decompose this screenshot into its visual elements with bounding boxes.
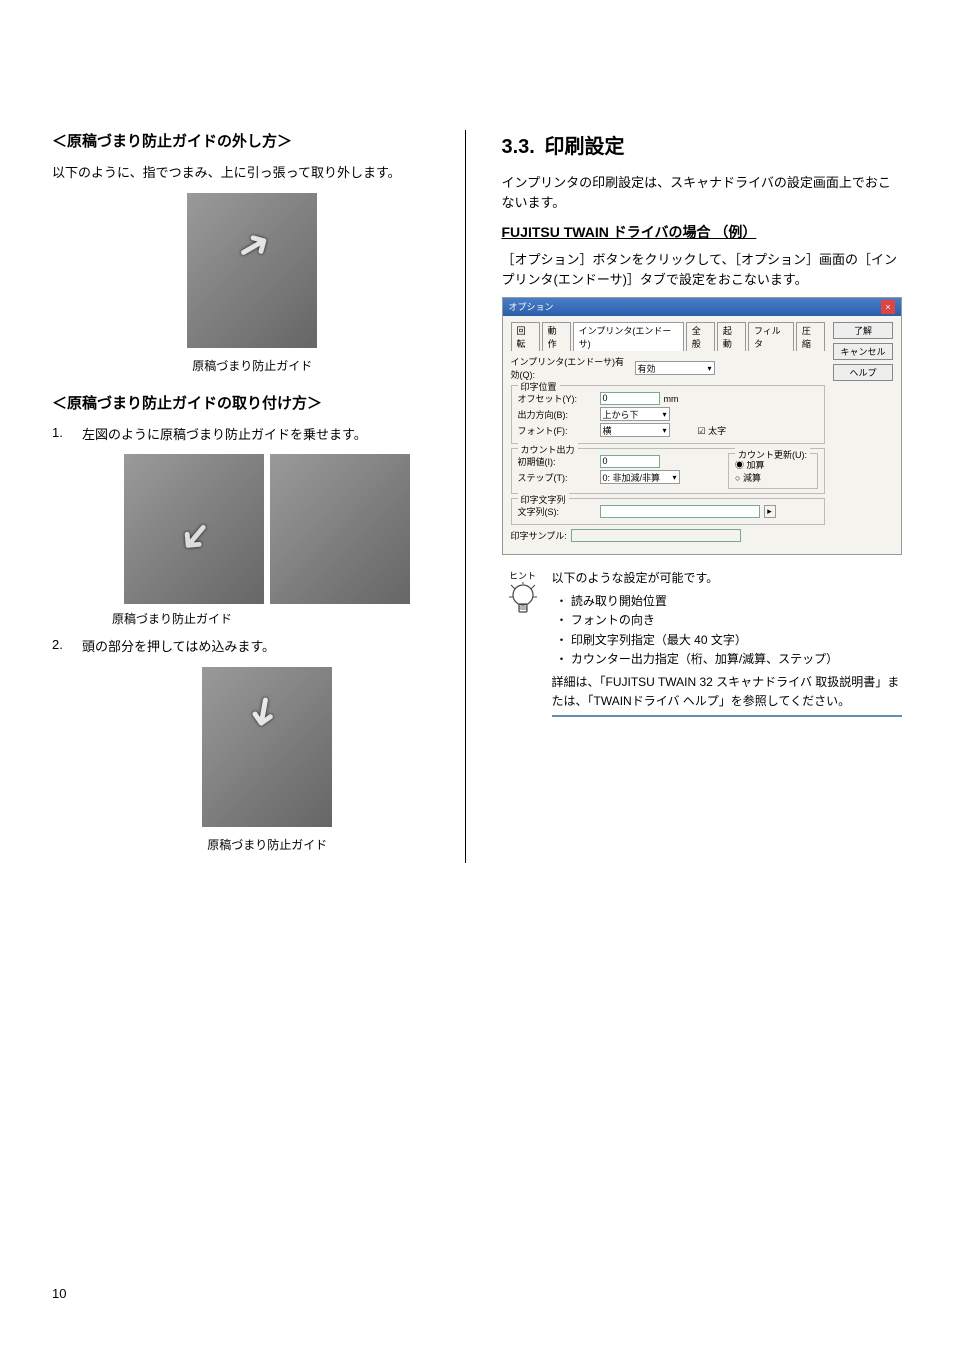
close-icon[interactable]: × [881,300,895,314]
update-legend: カウント更新(U): [735,448,810,461]
font-label: フォント(F): [518,424,596,437]
right-intro: インプリンタの印刷設定は、スキャナドライバの設定画面上でおこないます。 [502,173,903,212]
step-2: 2. 頭の部分を押してはめ込みます。 [52,637,453,657]
fieldset-update: カウント更新(U): 加算 減算 [728,453,818,489]
hint-item: 印刷文字列指定（最大 40 文字） [556,631,903,650]
string-input[interactable] [600,505,760,518]
help-button[interactable]: ヘルプ [833,364,893,381]
tab-rotate[interactable]: 回転 [511,322,540,351]
dialog-title-text: オプション [509,300,554,314]
tab-imprinter[interactable]: インプリンタ(エンドーサ) [573,322,684,351]
figure-step-1-caption: 原稿づまり防止ガイド [112,610,453,627]
figure-step-2-caption: 原稿づまり防止ガイド [82,836,453,853]
tab-general[interactable]: 全般 [686,322,715,351]
hint-detail: 詳細は、「FUJITSU TWAIN 32 スキャナドライバ 取扱説明書」または… [552,673,903,711]
figure-remove-caption: 原稿づまり防止ガイド [52,357,453,374]
fieldset-position-legend: 印字位置 [518,380,560,393]
hint-item: フォントの向き [556,611,903,630]
sample-label: 印字サンプル: [511,529,567,542]
fieldset-position: 印字位置 オフセット(Y): 0 mm 出力方向(B): 上から下 フォント(F… [511,385,826,444]
sample-display [571,529,741,542]
hint-item: カウンター出力指定（桁、加算/減算、ステップ） [556,650,903,669]
offset-unit: mm [664,394,679,404]
hint-box: ヒント 以下のような設定が可能です。 読み取り開始位置 フォントの向き 印刷文字… [502,569,903,711]
right-instruction: ［オプション］ボタンをクリックして、［オプション］画面の［インプリンタ(エンドー… [502,250,903,289]
enable-label: インプリンタ(エンドーサ)有効(Q): [511,355,631,381]
section-number: 3.3. [502,136,535,158]
hint-intro: 以下のような設定が可能です。 [552,569,903,588]
tab-compress[interactable]: 圧縮 [796,322,825,351]
section-heading: 3.3. 印刷設定 [502,130,903,159]
font-select[interactable]: 横 [600,423,670,437]
tab-action[interactable]: 動作 [542,322,571,351]
hint-item: 読み取り開始位置 [556,592,903,611]
arrow-up-icon: ➜ [228,217,280,274]
fieldset-string-legend: 印字文字列 [518,493,569,506]
options-dialog: オプション × 回転 動作 インプリンタ(エンドーサ) 全般 起動 フィルタ 圧… [502,297,903,555]
fieldset-count: カウント出力 初期値(I): 0 ステップ(T): 0: 非加減/非算 [511,448,826,494]
hint-label: ヒント [502,569,544,582]
left-heading-remove: ＜原稿づまり防止ガイドの外し方＞ [52,130,453,151]
left-remove-desc: 以下のように、指でつまみ、上に引っ張って取り外します。 [52,163,453,183]
figure-remove: ➜ 原稿づまり防止ガイド [52,193,453,374]
cancel-button[interactable]: キャンセル [833,343,893,360]
tab-filter[interactable]: フィルタ [748,322,794,351]
step-label: ステップ(T): [518,471,596,484]
section-title: 印刷設定 [544,136,624,158]
step-1-num: 1. [52,425,70,445]
offset-input[interactable]: 0 [600,392,660,405]
init-input[interactable]: 0 [600,455,660,468]
driver-subhead: FUJITSU TWAIN ドライバの場合 （例） [502,222,903,242]
step-1-text: 左図のように原稿づまり防止ガイドを乗せます。 [82,425,367,445]
string-expand-button[interactable]: ▸ [764,505,776,518]
direction-label: 出力方向(B): [518,408,596,421]
direction-select[interactable]: 上から下 [600,407,670,421]
left-heading-attach: ＜原稿づまり防止ガイドの取り付け方＞ [52,392,453,413]
ok-button[interactable]: 了解 [833,322,893,339]
figure-step-1: ➜ 原稿づまり防止ガイド [82,454,453,627]
page-number: 10 [52,1286,66,1301]
hint-divider [552,715,903,717]
bold-checkbox[interactable]: 太字 [698,424,727,437]
enable-select[interactable]: 有効 [635,361,715,375]
radio-decrement[interactable]: 減算 [735,471,811,484]
tab-startup[interactable]: 起動 [717,322,746,351]
arrow-down-icon: ➜ [238,691,289,732]
step-2-num: 2. [52,637,70,657]
dialog-titlebar: オプション × [503,298,902,316]
figure-step-2: ➜ 原稿づまり防止ガイド [82,667,453,853]
step-2-text: 頭の部分を押してはめ込みます。 [82,637,275,657]
lightbulb-icon [508,582,538,618]
step-select[interactable]: 0: 非加減/非算 [600,470,680,484]
offset-label: オフセット(Y): [518,392,596,405]
fieldset-string: 印字文字列 文字列(S): ▸ [511,498,826,525]
dialog-tabs: 回転 動作 インプリンタ(エンドーサ) 全般 起動 フィルタ 圧縮 [511,322,826,351]
step-1: 1. 左図のように原稿づまり防止ガイドを乗せます。 [52,425,453,445]
fieldset-count-legend: カウント出力 [518,443,578,456]
string-label: 文字列(S): [518,505,596,518]
init-label: 初期値(I): [518,455,596,468]
arrow-icon: ➜ [168,509,225,564]
hint-list: 読み取り開始位置 フォントの向き 印刷文字列指定（最大 40 文字） カウンター… [552,592,903,669]
